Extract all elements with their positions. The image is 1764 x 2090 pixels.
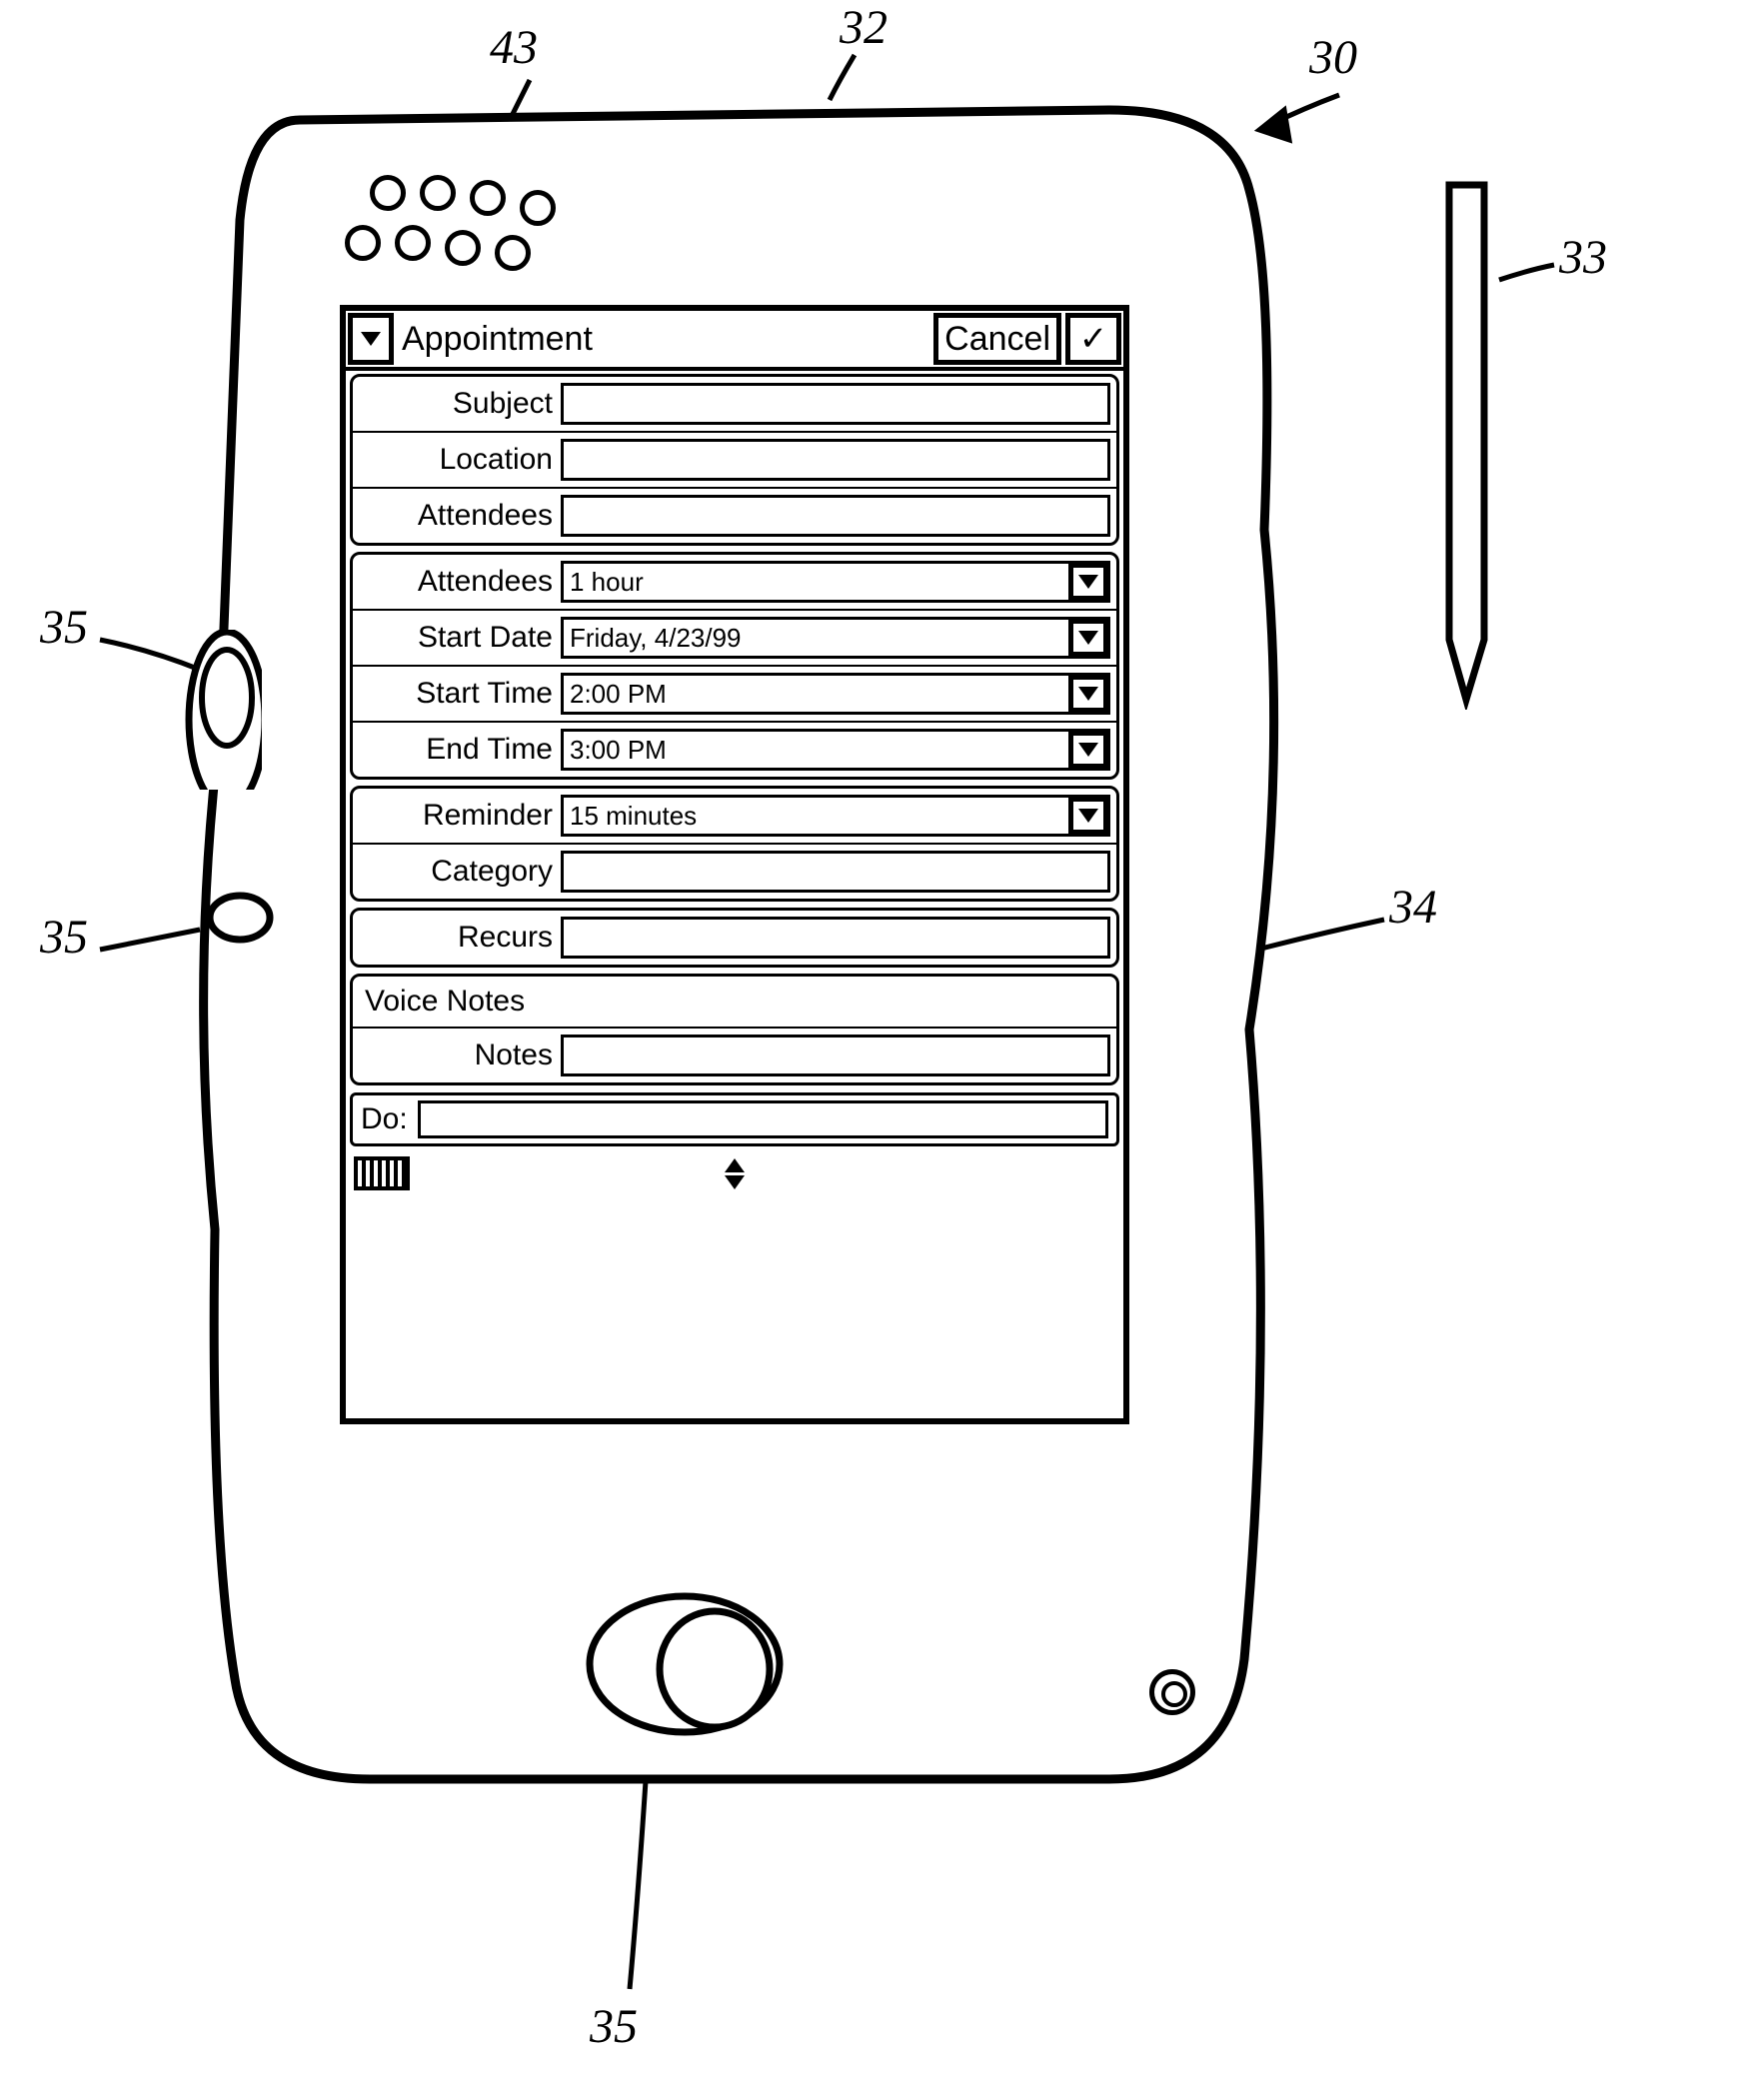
form-row: Category xyxy=(353,843,1116,899)
notes-field[interactable] xyxy=(561,1035,1110,1076)
form-group: Voice Notes Notes xyxy=(350,974,1119,1085)
dropdown-value: 2:00 PM xyxy=(570,679,667,710)
field-label: Start Date xyxy=(353,611,561,665)
command-label: Do: xyxy=(361,1102,408,1136)
form-group: Reminder 15 minutes Category xyxy=(350,786,1119,902)
speaker-hole xyxy=(370,175,406,211)
form-group: Recurs xyxy=(350,908,1119,968)
nav-button[interactable] xyxy=(580,1579,810,1749)
form-group: Attendees 1 hour Start Date Friday, 4/23… xyxy=(350,552,1119,780)
form-row: End Time 3:00 PM xyxy=(353,721,1116,777)
attendees-field[interactable] xyxy=(561,495,1110,537)
title-bar: Appointment Cancel ✓ xyxy=(346,311,1123,371)
form-row: Subject xyxy=(353,377,1116,431)
dropdown-button[interactable] xyxy=(1068,731,1108,769)
keyboard-icon[interactable] xyxy=(354,1156,410,1190)
field-label: Notes xyxy=(353,1029,561,1082)
dropdown-button[interactable] xyxy=(1068,619,1108,657)
app-menu-button[interactable] xyxy=(348,313,394,365)
side-rocker-button[interactable] xyxy=(182,630,262,790)
chevron-down-icon xyxy=(1078,743,1098,757)
chevron-up-icon xyxy=(725,1158,745,1172)
bottom-bar xyxy=(346,1148,1123,1198)
field-label: Start Time xyxy=(353,667,561,721)
screen-title: Appointment xyxy=(396,311,931,367)
chevron-down-icon xyxy=(1078,687,1098,701)
recurs-field[interactable] xyxy=(561,917,1110,959)
dropdown-button[interactable] xyxy=(1068,563,1108,601)
chevron-down-icon xyxy=(1078,575,1098,589)
field-label: Reminder xyxy=(353,789,561,843)
stylus xyxy=(1439,180,1499,710)
chevron-down-icon xyxy=(1078,631,1098,645)
form-row: Recurs xyxy=(353,911,1116,965)
field-label: End Time xyxy=(353,723,561,777)
location-field[interactable] xyxy=(561,439,1110,481)
cancel-button[interactable]: Cancel xyxy=(933,313,1061,365)
field-label: Recurs xyxy=(353,911,561,965)
screen: Appointment Cancel ✓ Subject Location At… xyxy=(340,305,1129,1424)
side-button[interactable] xyxy=(205,890,275,950)
command-bar: Do: xyxy=(350,1092,1119,1146)
speaker-hole xyxy=(420,175,456,211)
form-group: Subject Location Attendees xyxy=(350,374,1119,546)
field-label: Category xyxy=(353,845,561,899)
dropdown-button[interactable] xyxy=(1068,797,1108,835)
chevron-down-icon xyxy=(361,332,381,346)
form-row: Start Time 2:00 PM xyxy=(353,665,1116,721)
dropdown-value: Friday, 4/23/99 xyxy=(570,623,742,654)
chevron-down-icon xyxy=(1078,809,1098,823)
dropdown-value: 15 minutes xyxy=(570,801,697,832)
led-indicator xyxy=(1149,1669,1195,1715)
duration-dropdown[interactable]: 1 hour xyxy=(561,561,1110,603)
dropdown-button[interactable] xyxy=(1068,675,1108,713)
speaker-hole xyxy=(345,225,381,261)
field-label: Subject xyxy=(353,377,561,431)
command-input[interactable] xyxy=(418,1100,1108,1138)
field-label: Attendees xyxy=(353,555,561,609)
reminder-dropdown[interactable]: 15 minutes xyxy=(561,795,1110,837)
form-row: Start Date Friday, 4/23/99 xyxy=(353,609,1116,665)
speaker-hole xyxy=(395,225,431,261)
speaker-hole xyxy=(495,235,531,271)
field-label: Attendees xyxy=(353,489,561,543)
start-time-dropdown[interactable]: 2:00 PM xyxy=(561,673,1110,715)
start-date-dropdown[interactable]: Friday, 4/23/99 xyxy=(561,617,1110,659)
form-row: Attendees 1 hour xyxy=(353,555,1116,609)
form-row: Attendees xyxy=(353,487,1116,543)
field-label: Location xyxy=(353,433,561,487)
chevron-down-icon xyxy=(725,1175,745,1189)
dropdown-value: 3:00 PM xyxy=(570,735,667,766)
speaker-hole xyxy=(470,180,506,216)
speaker-hole xyxy=(520,190,556,226)
form-row: Notes xyxy=(353,1027,1116,1082)
dropdown-value: 1 hour xyxy=(570,567,644,598)
sort-icon[interactable] xyxy=(725,1158,745,1189)
ok-button[interactable]: ✓ xyxy=(1065,313,1121,365)
subject-field[interactable] xyxy=(561,383,1110,425)
category-field[interactable] xyxy=(561,851,1110,893)
form-row: Reminder 15 minutes xyxy=(353,789,1116,843)
speaker-hole xyxy=(445,230,481,266)
voice-notes-label: Voice Notes xyxy=(353,977,1116,1027)
end-time-dropdown[interactable]: 3:00 PM xyxy=(561,729,1110,771)
form-row: Location xyxy=(353,431,1116,487)
